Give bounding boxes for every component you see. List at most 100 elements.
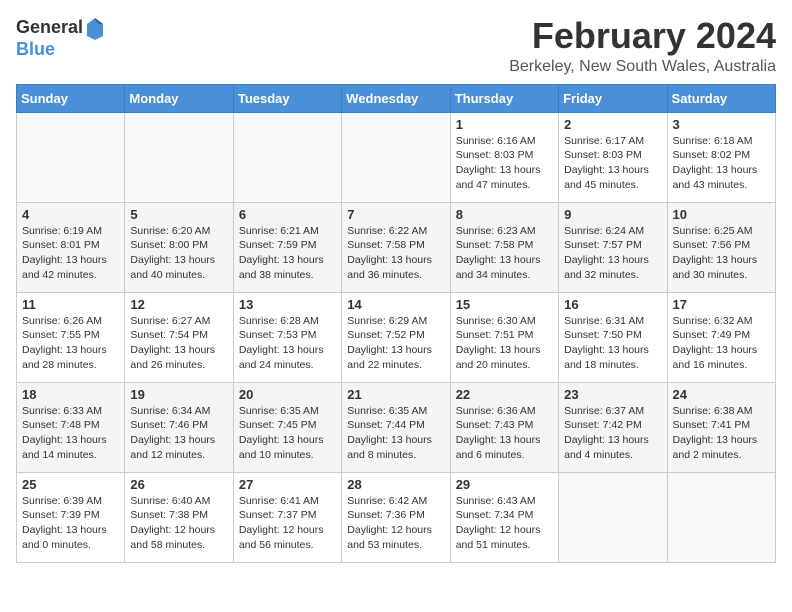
week-row-3: 18Sunrise: 6:33 AM Sunset: 7:48 PM Dayli… — [17, 382, 776, 472]
day-number: 16 — [564, 297, 661, 312]
day-number: 28 — [347, 477, 444, 492]
week-row-1: 4Sunrise: 6:19 AM Sunset: 8:01 PM Daylig… — [17, 202, 776, 292]
day-info: Sunrise: 6:30 AM Sunset: 7:51 PM Dayligh… — [456, 314, 553, 373]
day-info: Sunrise: 6:22 AM Sunset: 7:58 PM Dayligh… — [347, 224, 444, 283]
calendar-cell: 23 Sunrise: 6:37 AM Sunset: 7:42 PM Dayli… — [559, 382, 667, 472]
day-number: 5 — [130, 207, 227, 222]
day-info: Sunrise: 6:21 AM Sunset: 7:59 PM Dayligh… — [239, 224, 336, 283]
calendar-cell: 28 Sunrise: 6:42 AM Sunset: 7:36 PM Dayli… — [342, 472, 450, 562]
calendar-cell — [17, 112, 125, 202]
calendar-cell — [233, 112, 341, 202]
day-info: Sunrise: 6:25 AM Sunset: 7:56 PM Dayligh… — [673, 224, 770, 283]
calendar-title: February 2024 — [509, 16, 776, 56]
day-number: 2 — [564, 117, 661, 132]
calendar-cell: 25 Sunrise: 6:39 AM Sunset: 7:39 PM Dayli… — [17, 472, 125, 562]
day-info: Sunrise: 6:34 AM Sunset: 7:46 PM Dayligh… — [130, 404, 227, 463]
day-number: 19 — [130, 387, 227, 402]
calendar-cell: 22Sunrise: 6:36 AM Sunset: 7:43 PM Dayli… — [450, 382, 558, 472]
col-header-tuesday: Tuesday — [233, 84, 341, 112]
day-info: Sunrise: 6:37 AM Sunset: 7:42 PM Dayligh… — [564, 404, 661, 463]
calendar-cell: 29 Sunrise: 6:43 AM Sunset: 7:34 PM Dayli… — [450, 472, 558, 562]
day-number: 7 — [347, 207, 444, 222]
calendar-cell — [559, 472, 667, 562]
day-number: 25 — [22, 477, 119, 492]
day-info: Sunrise: 6:38 AM Sunset: 7:41 PM Dayligh… — [673, 404, 770, 463]
calendar-cell: 5 Sunrise: 6:20 AM Sunset: 8:00 PM Daylig… — [125, 202, 233, 292]
week-row-2: 11Sunrise: 6:26 AM Sunset: 7:55 PM Dayli… — [17, 292, 776, 382]
calendar-cell — [342, 112, 450, 202]
calendar-cell: 12 Sunrise: 6:27 AM Sunset: 7:54 PM Dayli… — [125, 292, 233, 382]
calendar-cell: 13Sunrise: 6:28 AM Sunset: 7:53 PM Dayli… — [233, 292, 341, 382]
calendar-cell: 3 Sunrise: 6:18 AM Sunset: 8:02 PM Daylig… — [667, 112, 775, 202]
header: General Blue February 2024 Berkeley, New… — [16, 16, 776, 76]
day-number: 1 — [456, 117, 553, 132]
day-number: 10 — [673, 207, 770, 222]
day-info: Sunrise: 6:40 AM Sunset: 7:38 PM Dayligh… — [130, 494, 227, 553]
week-row-0: 1 Sunrise: 6:16 AM Sunset: 8:03 PM Daylig… — [17, 112, 776, 202]
calendar-cell: 15 Sunrise: 6:30 AM Sunset: 7:51 PM Dayli… — [450, 292, 558, 382]
calendar-cell: 10 Sunrise: 6:25 AM Sunset: 7:56 PM Dayli… — [667, 202, 775, 292]
day-info: Sunrise: 6:41 AM Sunset: 7:37 PM Dayligh… — [239, 494, 336, 553]
day-info: Sunrise: 6:20 AM Sunset: 8:00 PM Dayligh… — [130, 224, 227, 283]
calendar-cell: 7 Sunrise: 6:22 AM Sunset: 7:58 PM Daylig… — [342, 202, 450, 292]
day-info: Sunrise: 6:43 AM Sunset: 7:34 PM Dayligh… — [456, 494, 553, 553]
day-number: 6 — [239, 207, 336, 222]
day-number: 22 — [456, 387, 553, 402]
calendar-subtitle: Berkeley, New South Wales, Australia — [509, 58, 776, 76]
calendar-cell: 21Sunrise: 6:35 AM Sunset: 7:44 PM Dayli… — [342, 382, 450, 472]
day-number: 27 — [239, 477, 336, 492]
logo-icon — [85, 16, 105, 40]
calendar-cell: 19 Sunrise: 6:34 AM Sunset: 7:46 PM Dayli… — [125, 382, 233, 472]
logo-blue-text: Blue — [16, 39, 55, 59]
calendar-cell: 27 Sunrise: 6:41 AM Sunset: 7:37 PM Dayli… — [233, 472, 341, 562]
calendar-table: SundayMondayTuesdayWednesdayThursdayFrid… — [16, 84, 776, 563]
day-info: Sunrise: 6:18 AM Sunset: 8:02 PM Dayligh… — [673, 134, 770, 193]
day-number: 15 — [456, 297, 553, 312]
col-header-saturday: Saturday — [667, 84, 775, 112]
calendar-cell — [125, 112, 233, 202]
day-number: 17 — [673, 297, 770, 312]
day-info: Sunrise: 6:32 AM Sunset: 7:49 PM Dayligh… — [673, 314, 770, 373]
day-number: 12 — [130, 297, 227, 312]
day-number: 29 — [456, 477, 553, 492]
logo: General Blue — [16, 16, 105, 60]
calendar-cell: 20Sunrise: 6:35 AM Sunset: 7:45 PM Dayli… — [233, 382, 341, 472]
calendar-cell: 24 Sunrise: 6:38 AM Sunset: 7:41 PM Dayli… — [667, 382, 775, 472]
day-info: Sunrise: 6:16 AM Sunset: 8:03 PM Dayligh… — [456, 134, 553, 193]
calendar-cell: 18Sunrise: 6:33 AM Sunset: 7:48 PM Dayli… — [17, 382, 125, 472]
day-info: Sunrise: 6:24 AM Sunset: 7:57 PM Dayligh… — [564, 224, 661, 283]
day-info: Sunrise: 6:35 AM Sunset: 7:44 PM Dayligh… — [347, 404, 444, 463]
day-number: 8 — [456, 207, 553, 222]
calendar-cell: 14Sunrise: 6:29 AM Sunset: 7:52 PM Dayli… — [342, 292, 450, 382]
calendar-cell: 1 Sunrise: 6:16 AM Sunset: 8:03 PM Daylig… — [450, 112, 558, 202]
day-number: 23 — [564, 387, 661, 402]
day-info: Sunrise: 6:31 AM Sunset: 7:50 PM Dayligh… — [564, 314, 661, 373]
week-row-4: 25 Sunrise: 6:39 AM Sunset: 7:39 PM Dayli… — [17, 472, 776, 562]
day-info: Sunrise: 6:35 AM Sunset: 7:45 PM Dayligh… — [239, 404, 336, 463]
col-header-monday: Monday — [125, 84, 233, 112]
day-number: 11 — [22, 297, 119, 312]
calendar-cell: 11Sunrise: 6:26 AM Sunset: 7:55 PM Dayli… — [17, 292, 125, 382]
calendar-cell: 17 Sunrise: 6:32 AM Sunset: 7:49 PM Dayli… — [667, 292, 775, 382]
day-info: Sunrise: 6:27 AM Sunset: 7:54 PM Dayligh… — [130, 314, 227, 373]
day-info: Sunrise: 6:23 AM Sunset: 7:58 PM Dayligh… — [456, 224, 553, 283]
day-number: 26 — [130, 477, 227, 492]
logo-general-text: General — [16, 18, 83, 38]
calendar-cell: 6 Sunrise: 6:21 AM Sunset: 7:59 PM Daylig… — [233, 202, 341, 292]
day-info: Sunrise: 6:17 AM Sunset: 8:03 PM Dayligh… — [564, 134, 661, 193]
calendar-cell — [667, 472, 775, 562]
day-number: 9 — [564, 207, 661, 222]
day-info: Sunrise: 6:29 AM Sunset: 7:52 PM Dayligh… — [347, 314, 444, 373]
day-info: Sunrise: 6:28 AM Sunset: 7:53 PM Dayligh… — [239, 314, 336, 373]
day-info: Sunrise: 6:33 AM Sunset: 7:48 PM Dayligh… — [22, 404, 119, 463]
col-header-friday: Friday — [559, 84, 667, 112]
day-info: Sunrise: 6:42 AM Sunset: 7:36 PM Dayligh… — [347, 494, 444, 553]
day-number: 24 — [673, 387, 770, 402]
day-info: Sunrise: 6:39 AM Sunset: 7:39 PM Dayligh… — [22, 494, 119, 553]
calendar-cell: 4Sunrise: 6:19 AM Sunset: 8:01 PM Daylig… — [17, 202, 125, 292]
calendar-cell: 16 Sunrise: 6:31 AM Sunset: 7:50 PM Dayli… — [559, 292, 667, 382]
day-number: 3 — [673, 117, 770, 132]
title-area: February 2024 Berkeley, New South Wales,… — [509, 16, 776, 76]
day-info: Sunrise: 6:19 AM Sunset: 8:01 PM Dayligh… — [22, 224, 119, 283]
col-header-thursday: Thursday — [450, 84, 558, 112]
